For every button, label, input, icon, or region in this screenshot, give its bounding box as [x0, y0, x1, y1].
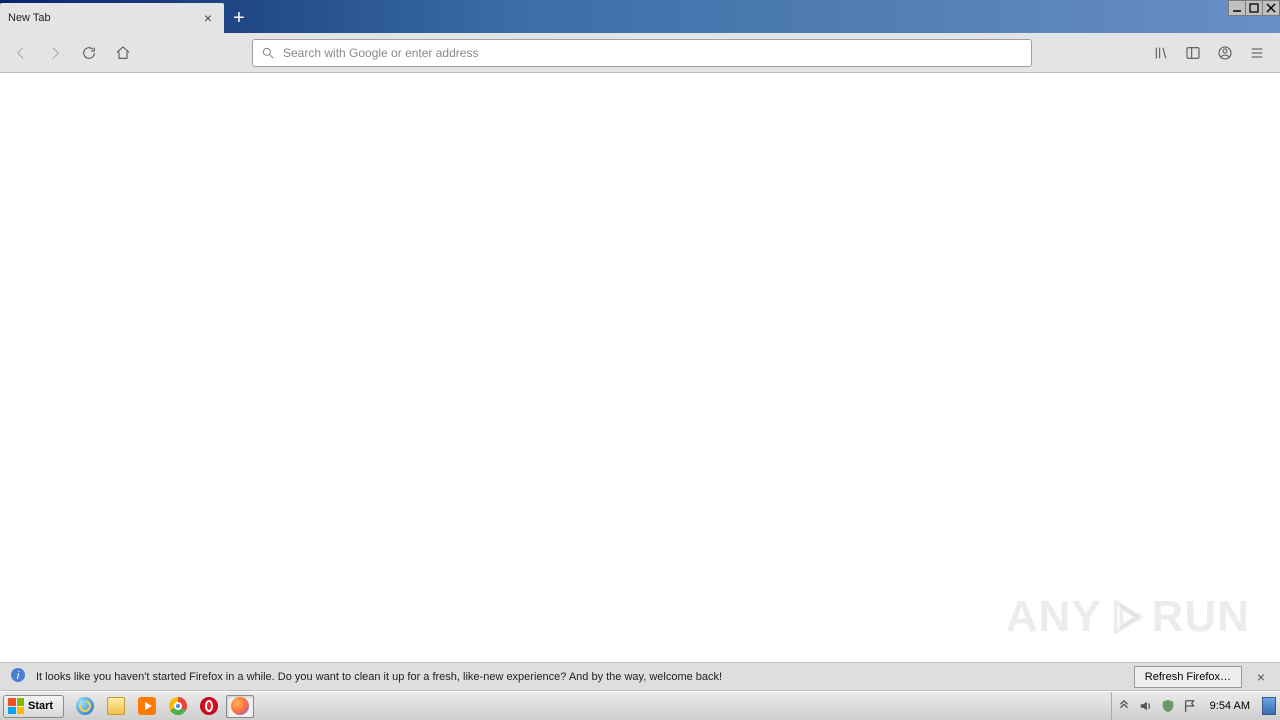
info-icon: i [10, 667, 26, 686]
flag-icon [1183, 699, 1197, 713]
sidebar-button[interactable] [1178, 38, 1208, 68]
forward-icon [47, 45, 63, 61]
reload-icon [81, 45, 97, 61]
reload-button[interactable] [74, 38, 104, 68]
notification-message: It looks like you haven't started Firefo… [36, 671, 1124, 683]
watermark-text-left: ANY [1006, 592, 1102, 642]
watermark-text-right: RUN [1152, 592, 1250, 642]
close-icon: × [204, 10, 212, 26]
watermark: ANY RUN [1006, 592, 1250, 642]
start-label: Start [28, 700, 53, 712]
window-close-button[interactable] [1262, 0, 1280, 16]
search-icon [261, 46, 275, 60]
ie-icon [76, 697, 94, 715]
taskbar-items [71, 695, 254, 718]
system-tray: 9:54 AM [1111, 692, 1280, 720]
minimize-icon [1232, 3, 1242, 13]
chevrons-icon [1117, 699, 1131, 713]
notification-close-button[interactable]: × [1252, 669, 1270, 685]
taskbar-media[interactable] [133, 695, 161, 718]
back-icon [13, 45, 29, 61]
window-minimize-button[interactable] [1228, 0, 1246, 16]
library-icon [1153, 45, 1169, 61]
account-icon [1217, 45, 1233, 61]
tray-expand-button[interactable] [1116, 698, 1132, 714]
show-desktop-button[interactable] [1262, 697, 1276, 715]
hamburger-icon [1249, 45, 1265, 61]
tab-title: New Tab [8, 12, 200, 24]
taskbar-explorer[interactable] [102, 695, 130, 718]
new-tab-button[interactable]: + [224, 3, 254, 33]
media-icon [138, 697, 156, 715]
addressbar-container [142, 39, 1142, 67]
shield-icon [1161, 699, 1175, 713]
taskbar-opera[interactable] [195, 695, 223, 718]
sidebar-icon [1185, 45, 1201, 61]
forward-button[interactable] [40, 38, 70, 68]
tray-volume[interactable] [1138, 698, 1154, 714]
taskbar-clock[interactable]: 9:54 AM [1204, 700, 1256, 712]
account-button[interactable] [1210, 38, 1240, 68]
refresh-firefox-button[interactable]: Refresh Firefox… [1134, 666, 1242, 688]
browser-tab[interactable]: New Tab × [0, 3, 224, 33]
addressbar[interactable] [252, 39, 1032, 67]
tray-flag[interactable] [1182, 698, 1198, 714]
folder-icon [107, 697, 125, 715]
tray-shield[interactable] [1160, 698, 1176, 714]
back-button[interactable] [6, 38, 36, 68]
plus-icon: + [233, 7, 245, 30]
window-maximize-button[interactable] [1245, 0, 1263, 16]
home-icon [115, 45, 131, 61]
firefox-icon [231, 697, 249, 715]
play-icon [1108, 598, 1146, 636]
home-button[interactable] [108, 38, 138, 68]
notification-bar: i It looks like you haven't started Fire… [0, 662, 1280, 691]
library-button[interactable] [1146, 38, 1176, 68]
start-button[interactable]: Start [3, 695, 64, 718]
close-icon: × [1257, 669, 1265, 685]
close-icon [1266, 3, 1276, 13]
navigation-toolbar [0, 33, 1280, 73]
taskbar-chrome[interactable] [164, 695, 192, 718]
volume-icon [1139, 699, 1153, 713]
opera-icon [200, 697, 218, 715]
chrome-icon [169, 697, 187, 715]
taskbar-firefox[interactable] [226, 695, 254, 718]
address-input[interactable] [283, 46, 1023, 60]
tab-close-button[interactable]: × [200, 10, 216, 26]
window-titlebar: New Tab × + [0, 0, 1280, 33]
toolbar-right [1146, 38, 1272, 68]
taskbar-ie[interactable] [71, 695, 99, 718]
taskbar: Start 9:54 AM [0, 691, 1280, 720]
windows-flag-icon [8, 698, 24, 714]
maximize-icon [1249, 3, 1259, 13]
page-content: ANY RUN [0, 73, 1280, 662]
app-menu-button[interactable] [1242, 38, 1272, 68]
window-controls [1229, 0, 1280, 16]
